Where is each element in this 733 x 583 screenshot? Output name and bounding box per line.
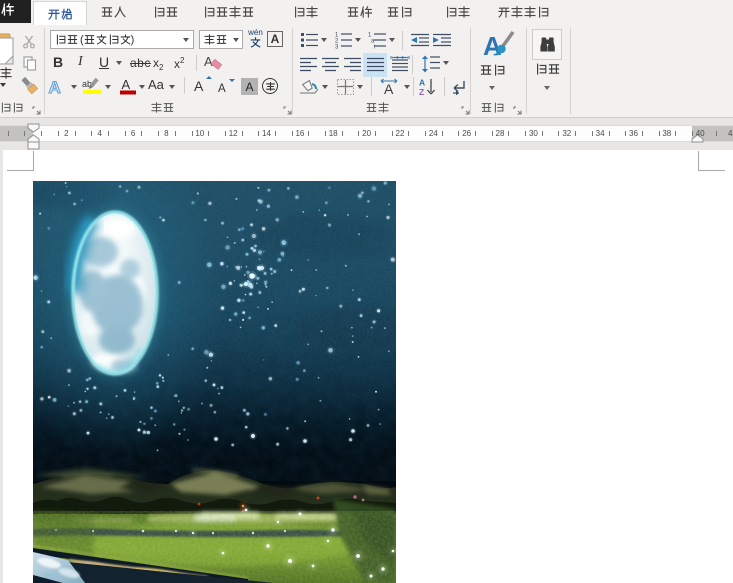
svg-text:A: A	[122, 77, 131, 92]
svg-text:A: A	[194, 78, 204, 94]
svg-text:A: A	[204, 54, 213, 69]
svg-text:A: A	[49, 78, 61, 96]
svg-text:A: A	[384, 81, 394, 97]
svg-text:A: A	[218, 83, 226, 95]
svg-text:Z: Z	[419, 87, 424, 97]
svg-text:i: i	[374, 45, 375, 50]
svg-text:3: 3	[335, 45, 339, 50]
svg-text:A: A	[419, 78, 425, 88]
